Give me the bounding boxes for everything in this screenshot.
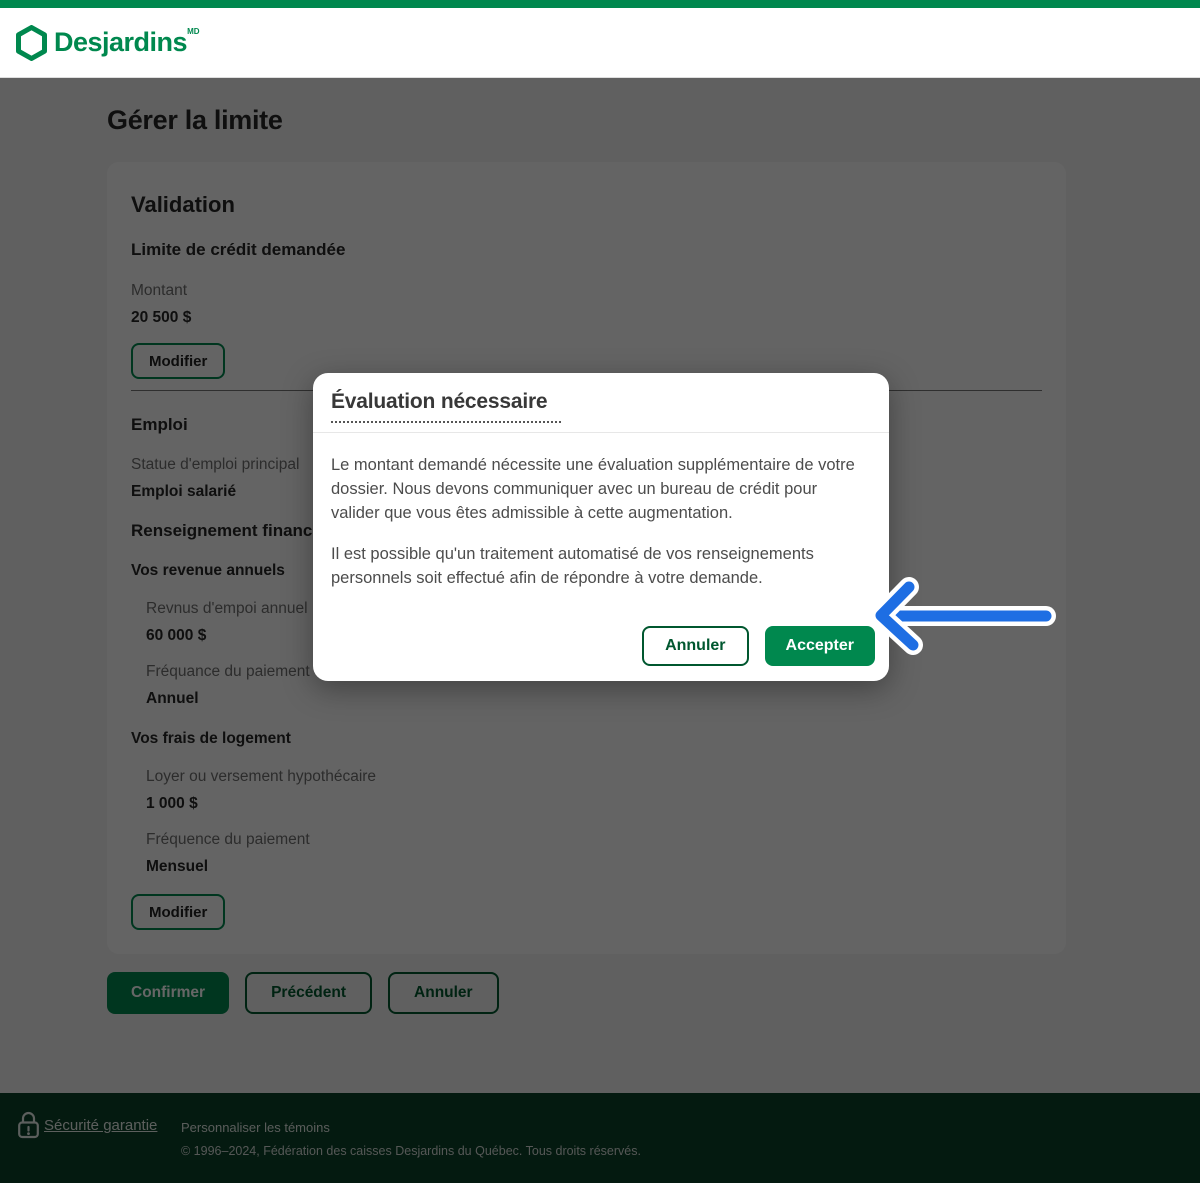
app-header: DesjardinsMD [0,8,1200,78]
modal-paragraph: Il est possible qu'un traitement automat… [331,543,869,591]
brand-top-bar [0,0,1200,8]
modal-title: Évaluation nécessaire [331,390,561,423]
hexagon-icon [16,25,54,61]
modal-accept-button[interactable]: Accepter [765,626,875,666]
modal-header: Évaluation nécessaire [313,373,889,432]
modal-body: Le montant demandé nécessite une évaluat… [313,433,889,614]
evaluation-modal: Évaluation nécessaire Le montant demandé… [313,373,889,681]
trademark-superscript: MD [187,27,199,36]
brand-wordmark: Desjardins [54,27,187,57]
modal-actions: Annuler Accepter [313,614,889,681]
modal-cancel-button[interactable]: Annuler [642,626,748,666]
modal-paragraph: Le montant demandé nécessite une évaluat… [331,454,869,526]
desjardins-logo[interactable]: DesjardinsMD [16,25,200,61]
